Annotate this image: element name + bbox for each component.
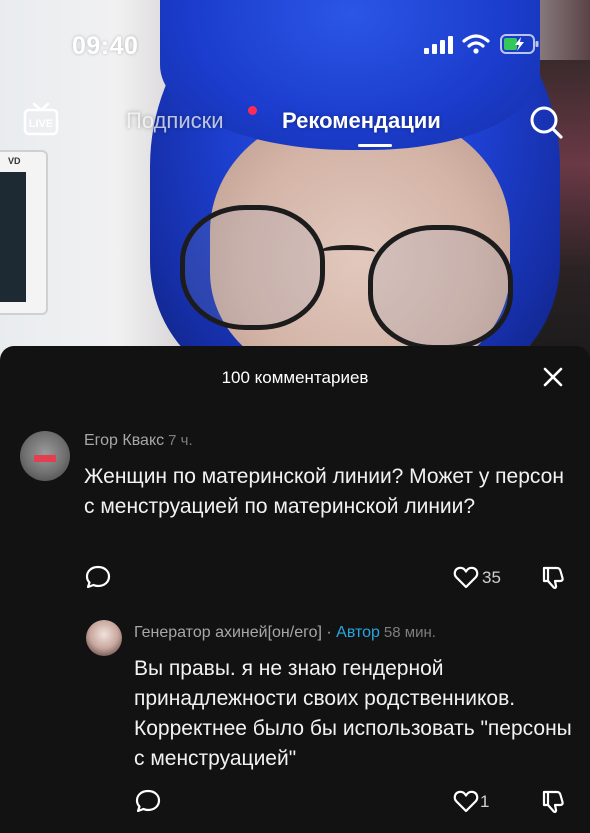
dislike-icon[interactable] [540, 788, 568, 814]
top-nav: LIVE Подписки Рекомендации [0, 100, 590, 150]
status-bar: 09:40 [0, 0, 590, 90]
search-icon[interactable] [528, 104, 564, 140]
avatar[interactable] [86, 620, 122, 656]
glasses-left-lens [180, 205, 325, 330]
like-count: 35 [482, 568, 501, 587]
close-icon[interactable] [540, 364, 566, 390]
comments-sheet: 100 комментариев Егор Квакс 7 ч. Женщин п… [0, 346, 590, 833]
like-icon[interactable] [452, 788, 480, 814]
comments-count-title: 100 комментариев [221, 368, 369, 387]
comment-author[interactable]: Егор Квакс 7 ч. [84, 432, 193, 450]
avatar[interactable] [20, 431, 70, 481]
comment-time: 7 ч. [168, 432, 193, 449]
reply-author[interactable]: Генератор ахиней[он/его] · Автор 58 мин. [134, 624, 436, 642]
like-icon[interactable] [452, 564, 480, 590]
wifi-icon [462, 34, 490, 54]
battery-icon [500, 34, 539, 54]
glasses-bridge [320, 245, 375, 259]
active-tab-indicator [358, 144, 392, 147]
notification-dot [248, 106, 257, 115]
status-time: 09:40 [72, 32, 139, 60]
reply-icon[interactable] [84, 564, 112, 590]
author-badge: Автор [336, 624, 380, 641]
reply-author-name[interactable]: Генератор ахиней[он/его] [134, 624, 322, 641]
tab-subscriptions[interactable]: Подписки [126, 108, 224, 134]
reply-separator: · [326, 624, 332, 641]
svg-text:LIVE: LIVE [29, 118, 53, 130]
signal-icon [424, 36, 453, 54]
comment-text: Женщин по материнской линии? Может у пер… [84, 465, 564, 518]
glasses-right-lens [368, 225, 513, 350]
background-monitor: VD [0, 150, 48, 315]
like-count: 1 [480, 792, 490, 811]
comment-author-name[interactable]: Егор Квакс [84, 432, 164, 449]
reply-time: 58 мин. [383, 624, 436, 641]
tab-recommendations[interactable]: Рекомендации [282, 108, 441, 134]
reply-icon[interactable] [134, 788, 162, 814]
dislike-icon[interactable] [540, 564, 568, 590]
live-icon[interactable]: LIVE [22, 102, 60, 136]
reply-text: Вы правы. я не знаю гендерной принадлежн… [134, 657, 572, 770]
